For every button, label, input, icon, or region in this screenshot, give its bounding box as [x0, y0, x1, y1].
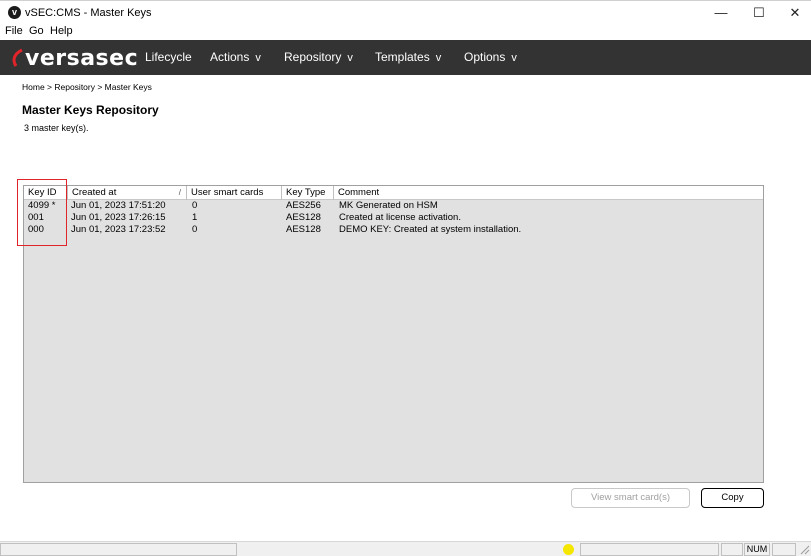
- nav-options[interactable]: Options v: [464, 50, 517, 64]
- column-header-user-smart-cards[interactable]: User smart cards: [187, 186, 282, 200]
- title-bar: v vSEC:CMS - Master Keys — ☐ ✕: [0, 0, 811, 24]
- table-row[interactable]: 000 Jun 01, 2023 17:23:52 0 AES128 DEMO …: [24, 224, 763, 236]
- sort-indicator-icon: /: [178, 188, 181, 197]
- key-count-text: 3 master key(s).: [24, 123, 89, 133]
- chevron-down-icon: v: [255, 52, 261, 64]
- menu-help[interactable]: Help: [50, 25, 73, 37]
- cell-comment: Created at license activation.: [339, 212, 461, 223]
- status-pane-scroll: [772, 543, 796, 556]
- nav-actions-label: Actions: [210, 50, 250, 64]
- nav-templates-label: Templates: [375, 50, 430, 64]
- window-title: vSEC:CMS - Master Keys: [25, 7, 152, 19]
- resize-grip-icon[interactable]: [800, 545, 810, 555]
- cell-comment: MK Generated on HSM: [339, 200, 438, 211]
- column-header-created-at[interactable]: Created at /: [68, 186, 187, 200]
- chevron-down-icon: v: [435, 52, 442, 64]
- status-pane-main: [0, 543, 237, 556]
- status-pane-caps: [721, 543, 743, 556]
- table-row[interactable]: 001 Jun 01, 2023 17:26:15 1 AES128 Creat…: [24, 212, 763, 224]
- chevron-down-icon: v: [347, 52, 353, 64]
- cell-key-type: AES128: [286, 212, 321, 223]
- menu-bar: File Go Help: [0, 24, 811, 40]
- cell-created-at: Jun 01, 2023 17:23:52: [71, 224, 166, 235]
- status-num: NUM: [744, 543, 770, 556]
- cell-key-type: AES128: [286, 224, 321, 235]
- logo-swoosh-icon: [12, 48, 23, 67]
- nav-lifecycle-label: Lifecycle: [145, 50, 192, 64]
- cell-created-at: Jun 01, 2023 17:26:15: [71, 212, 166, 223]
- column-header-created-at-label: Created at: [72, 187, 117, 198]
- close-button[interactable]: ✕: [776, 1, 811, 25]
- view-smart-cards-button[interactable]: View smart card(s): [571, 488, 690, 508]
- nav-actions[interactable]: Actions v: [210, 50, 261, 64]
- nav-options-label: Options: [464, 50, 506, 64]
- menu-go[interactable]: Go: [29, 25, 44, 37]
- page-title: Master Keys Repository: [22, 103, 159, 117]
- nav-lifecycle[interactable]: Lifecycle: [145, 50, 192, 64]
- cell-user-smart-cards: 1: [192, 212, 198, 223]
- maximize-button[interactable]: ☐: [740, 1, 778, 25]
- menu-file[interactable]: File: [5, 25, 23, 37]
- logo[interactable]: versasec: [10, 45, 138, 71]
- breadcrumb[interactable]: Home > Repository > Master Keys: [22, 82, 152, 92]
- logo-text: versasec: [25, 45, 139, 71]
- status-bar: NUM: [0, 541, 811, 556]
- nav-repository[interactable]: Repository v: [284, 50, 353, 64]
- cell-comment: DEMO KEY: Created at system installation…: [339, 224, 522, 235]
- master-keys-list[interactable]: Key ID Created at / User smart cards Key…: [23, 185, 764, 483]
- cell-user-smart-cards: 0: [192, 224, 198, 235]
- copy-button[interactable]: Copy: [701, 488, 764, 508]
- table-row[interactable]: 4099 * Jun 01, 2023 17:51:20 0 AES256 MK…: [24, 200, 763, 212]
- nav-repository-label: Repository: [284, 50, 342, 64]
- cell-created-at: Jun 01, 2023 17:51:20: [71, 200, 166, 211]
- chevron-down-icon: v: [511, 52, 517, 64]
- list-header: Key ID Created at / User smart cards Key…: [24, 186, 763, 200]
- nav-templates[interactable]: Templates v: [375, 50, 441, 64]
- nav-bar: versasec Lifecycle Actions v Repository v …: [0, 40, 811, 75]
- column-header-key-type[interactable]: Key Type: [282, 186, 334, 200]
- key-id-highlight-box: [17, 179, 67, 246]
- status-light-icon: [563, 544, 574, 555]
- app-icon: v: [8, 6, 21, 19]
- status-pane-info: [580, 543, 719, 556]
- column-header-comment[interactable]: Comment: [334, 186, 763, 200]
- cell-key-type: AES256: [286, 200, 321, 211]
- minimize-button[interactable]: —: [702, 1, 740, 25]
- cell-user-smart-cards: 0: [192, 200, 198, 211]
